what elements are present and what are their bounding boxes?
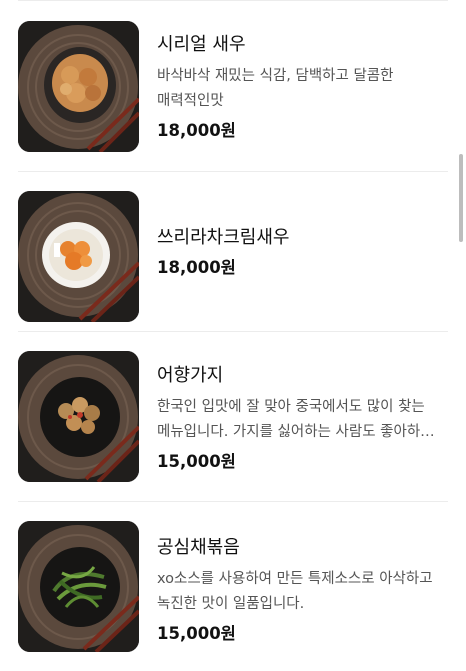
menu-item-description: xo소스를 사용하여 만든 특제소스로 아삭하고 녹진한 맛이 일품입니다. — [157, 571, 433, 612]
menu-item-name: 쓰리라차크림새우 — [157, 227, 290, 248]
divider — [18, 501, 448, 502]
menu-item-price: 18,000원 — [157, 121, 236, 140]
menu-item-name: 어향가지 — [157, 365, 224, 386]
menu-item-image[interactable] — [18, 521, 139, 652]
menu-item-image[interactable] — [18, 191, 139, 322]
menu-item-image[interactable] — [18, 351, 139, 482]
divider — [18, 171, 448, 172]
menu-item-name: 시리얼 새우 — [157, 34, 246, 55]
menu-item-price: 15,000원 — [157, 452, 236, 471]
divider — [18, 331, 448, 332]
menu-item-description: 한국인 입맛에 잘 맞아 중국에서도 많이 찾는 메뉴입니다. 가지를 싫어하는… — [157, 399, 434, 440]
scrollbar[interactable] — [459, 154, 463, 242]
menu-item-description: 바삭바삭 재밌는 식감, 담백하고 달콤한 매력적인맛 — [157, 68, 394, 109]
menu-item-image[interactable] — [18, 21, 139, 152]
menu-item-name: 공심채볶음 — [157, 537, 240, 558]
divider — [18, 0, 448, 1]
menu-list: 시리얼 새우 바삭바삭 재밌는 식감, 담백하고 달콤한 매력적인맛 18,00… — [0, 0, 466, 671]
menu-item-price: 15,000원 — [157, 624, 236, 643]
menu-item-price: 18,000원 — [157, 258, 236, 277]
